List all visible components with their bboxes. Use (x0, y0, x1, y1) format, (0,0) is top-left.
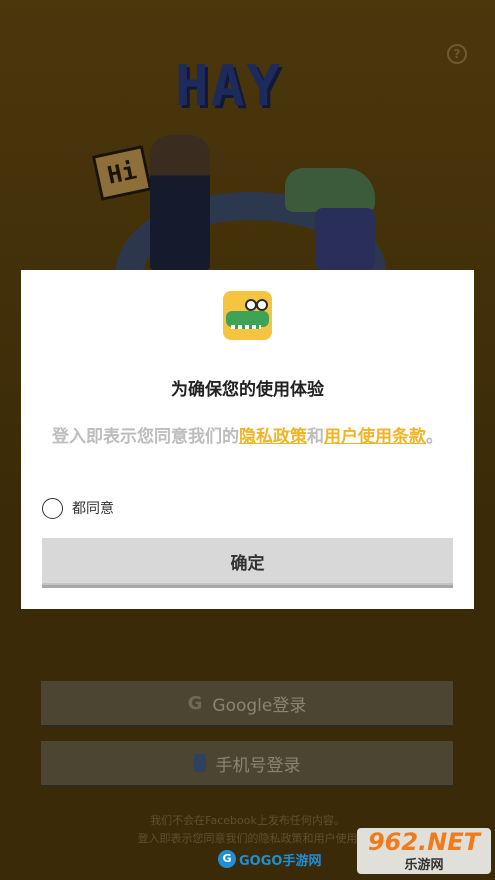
consent-dialog: 为确保您的使用体验 登入即表示您同意我们的隐私政策和用户使用条款。 都同意 确定 (21, 270, 474, 609)
croc-eye (256, 299, 268, 311)
footer-disclaimer: 我们不会在Facebook上发布任何内容。 (150, 814, 345, 827)
phone-icon (193, 754, 206, 772)
terms-of-use-link[interactable]: 用户使用条款 (324, 427, 426, 447)
hay-logo: HAY (175, 54, 283, 119)
character-person-illustration (150, 135, 210, 270)
phone-login-button[interactable]: 手机号登录 (41, 741, 453, 785)
confirm-button[interactable]: 确定 (42, 538, 453, 585)
privacy-policy-link[interactable]: 隐私政策 (239, 427, 307, 447)
962-watermark-logo: 962.NET (367, 827, 481, 856)
phone-login-label: 手机号登录 (215, 755, 301, 776)
croc-head (285, 168, 375, 212)
agree-all-radio[interactable] (42, 497, 63, 519)
google-icon: G (187, 692, 203, 714)
google-login-label: Google登录 (212, 695, 307, 716)
gogo-logo-icon: G (218, 850, 236, 868)
consent-text: 登入即表示您同意我们的隐私政策和用户使用条款。 (49, 423, 446, 451)
character-crocodile-illustration (285, 168, 380, 270)
962-watermark: 962.NET 乐游网 (357, 828, 491, 874)
dialog-title: 为确保您的使用体验 (171, 380, 324, 400)
croc-body (315, 208, 375, 270)
gogo-watermark-text: GOGO手游网 (239, 853, 322, 869)
app-logo-icon (223, 291, 272, 340)
962-watermark-label: 乐游网 (404, 857, 444, 873)
gogo-watermark: G GOGO手游网 (218, 848, 321, 870)
consent-conjunction: 和 (307, 427, 324, 447)
agree-all-label: 都同意 (72, 501, 114, 517)
consent-suffix: 。 (426, 427, 443, 447)
google-login-button[interactable]: G Google登录 (41, 681, 453, 725)
croc-teeth (231, 325, 261, 329)
agree-all-row[interactable]: 都同意 (42, 497, 114, 519)
help-icon[interactable]: ? (447, 44, 467, 64)
consent-prefix: 登入即表示您同意我们的 (52, 427, 239, 447)
